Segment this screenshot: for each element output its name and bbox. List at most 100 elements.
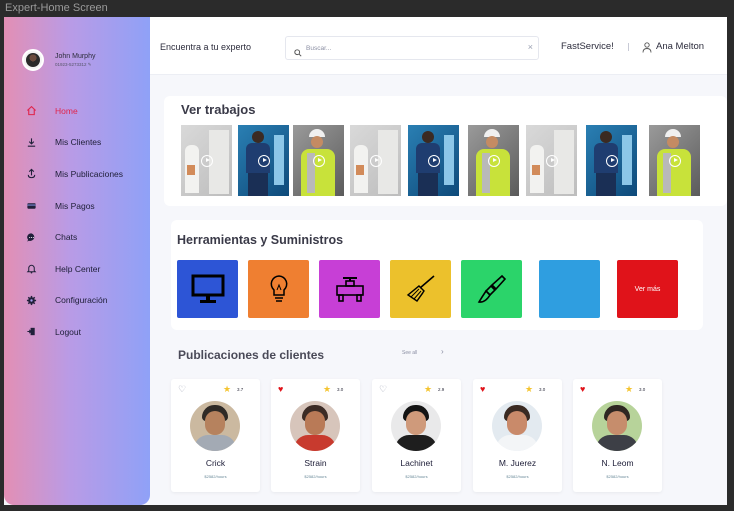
clear-search-icon[interactable]: ×: [528, 42, 533, 52]
play-icon[interactable]: [669, 155, 681, 167]
client-name: Strain: [304, 458, 327, 468]
rating: 2.9: [438, 387, 445, 392]
see-more-label: Ver más: [634, 285, 661, 293]
client-card[interactable]: ♥ ★ 3.0 M. Juerez $2582/hours: [473, 379, 562, 492]
bell-icon: [25, 263, 37, 275]
app-window: John Murphy 01923-5273312 ✎ Home Mis Cli…: [4, 17, 727, 505]
broom-icon: [406, 275, 435, 302]
user-name[interactable]: Ana Melton: [656, 41, 704, 52]
tool-more-category[interactable]: [539, 260, 600, 318]
heart-icon[interactable]: ♥: [480, 384, 485, 394]
play-icon[interactable]: [201, 155, 213, 167]
tool-painting[interactable]: [461, 260, 522, 318]
sidebar-item-label: Logout: [55, 326, 81, 337]
play-icon[interactable]: [370, 155, 382, 167]
client-price: $2582/hours: [204, 474, 227, 479]
client-price: $2582/hours: [506, 474, 529, 479]
sidebar-item-label: Chats: [55, 232, 78, 243]
client-photo: [391, 401, 441, 451]
pipe-icon: [335, 277, 364, 302]
tool-plumbing[interactable]: [319, 260, 380, 318]
play-icon[interactable]: [606, 155, 618, 167]
sidebar-item-chats[interactable]: Chats: [4, 221, 150, 253]
tool-computers[interactable]: [177, 260, 238, 318]
video-thumbnail[interactable]: [408, 125, 459, 196]
sidebar-item-home[interactable]: Home: [4, 95, 150, 127]
rating: 3.0: [337, 387, 344, 392]
client-name: M. Juerez: [498, 458, 537, 468]
video-thumbnail[interactable]: [238, 125, 289, 196]
client-name: N. Leom: [601, 458, 634, 468]
heart-icon[interactable]: ♡: [379, 384, 387, 395]
brand-name: FastService!: [561, 41, 614, 52]
see-more-button[interactable]: Ver más: [617, 260, 678, 318]
client-card[interactable]: ♡ ★ 2.9 Lachinet $2582/hours: [372, 379, 461, 492]
play-icon[interactable]: [428, 155, 440, 167]
client-photo: [190, 401, 240, 451]
edit-icon[interactable]: ✎: [88, 62, 92, 67]
sidebar-item-mis-pagos[interactable]: Mis Pagos: [4, 190, 150, 222]
star-icon: ★: [625, 384, 634, 394]
client-price: $2582/hours: [606, 474, 629, 479]
sidebar-item-label: Mis Publicaciones: [55, 168, 124, 179]
sidebar-item-help-center[interactable]: Help Center: [4, 253, 150, 285]
heart-icon[interactable]: ♥: [278, 384, 283, 394]
home-icon: [25, 105, 37, 117]
play-icon[interactable]: [258, 155, 270, 167]
star-icon: ★: [424, 384, 433, 394]
sidebar-item-mis-publicaciones[interactable]: Mis Publicaciones: [4, 158, 150, 190]
avatar: [22, 49, 44, 71]
profile-phone: 01923-5273312 ✎: [55, 61, 92, 67]
video-thumbnail[interactable]: [649, 125, 700, 196]
video-thumbnail[interactable]: [586, 125, 637, 196]
play-icon[interactable]: [488, 155, 500, 167]
user-icon[interactable]: [642, 40, 652, 58]
video-thumbnail[interactable]: [181, 125, 232, 196]
wallet-icon: [25, 200, 37, 212]
sidebar-item-logout[interactable]: Logout: [4, 316, 150, 348]
divider: [628, 43, 629, 51]
chevron-right-icon[interactable]: ›: [441, 347, 444, 356]
download-icon: [25, 136, 37, 148]
search-bar[interactable]: Buscar... ×: [285, 36, 539, 60]
play-icon[interactable]: [313, 155, 325, 167]
page-title: Encuentra a tu experto: [160, 42, 252, 52]
tool-lighting[interactable]: [248, 260, 309, 318]
sidebar-item-label: Help Center: [55, 263, 101, 274]
star-icon: ★: [223, 384, 232, 394]
sidebar-item-label: Home: [55, 105, 78, 116]
profile[interactable]: John Murphy 01923-5273312 ✎: [22, 49, 95, 71]
topbar: Encuentra a tu experto Buscar... × FastS…: [150, 17, 727, 75]
video-thumbnail[interactable]: [526, 125, 577, 196]
upload-icon: [25, 168, 37, 180]
sidebar: John Murphy 01923-5273312 ✎ Home Mis Cli…: [4, 17, 150, 505]
tools-title: Herramientas y Suministros: [177, 233, 344, 247]
rating: 3.7: [237, 387, 244, 392]
video-thumbnail[interactable]: [350, 125, 401, 196]
client-card[interactable]: ♡ ★ 3.7 Crick $2582/hours: [171, 379, 260, 492]
client-card[interactable]: ♥ ★ 3.0 Strain $2582/hours: [271, 379, 360, 492]
window-title: Expert-Home Screen: [5, 2, 108, 14]
client-name: Lachinet: [400, 458, 433, 468]
heart-icon[interactable]: ♥: [580, 384, 585, 394]
publications-title: Publicaciones de clientes: [178, 348, 325, 362]
sidebar-item-label: Mis Clientes: [55, 137, 102, 148]
see-all-link[interactable]: See all: [402, 350, 417, 356]
lightbulb-icon: [270, 275, 287, 302]
gear-icon: [25, 294, 37, 306]
client-photo: [492, 401, 542, 451]
client-price: $2582/hours: [405, 474, 428, 479]
client-card[interactable]: ♥ ★ 3.0 N. Leom $2582/hours: [573, 379, 662, 492]
video-thumbnail[interactable]: [293, 125, 344, 196]
profile-name: John Murphy: [55, 52, 96, 60]
search-input[interactable]: Buscar...: [306, 45, 331, 52]
client-photo: [592, 401, 642, 451]
client-photo: [290, 401, 340, 451]
sidebar-item-configuracion[interactable]: Configuración: [4, 285, 150, 317]
video-thumbnail[interactable]: [468, 125, 519, 196]
rating: 3.0: [539, 387, 546, 392]
play-icon[interactable]: [546, 155, 558, 167]
tool-cleaning[interactable]: [390, 260, 451, 318]
sidebar-item-mis-clientes[interactable]: Mis Clientes: [4, 127, 150, 159]
heart-icon[interactable]: ♡: [178, 384, 186, 395]
